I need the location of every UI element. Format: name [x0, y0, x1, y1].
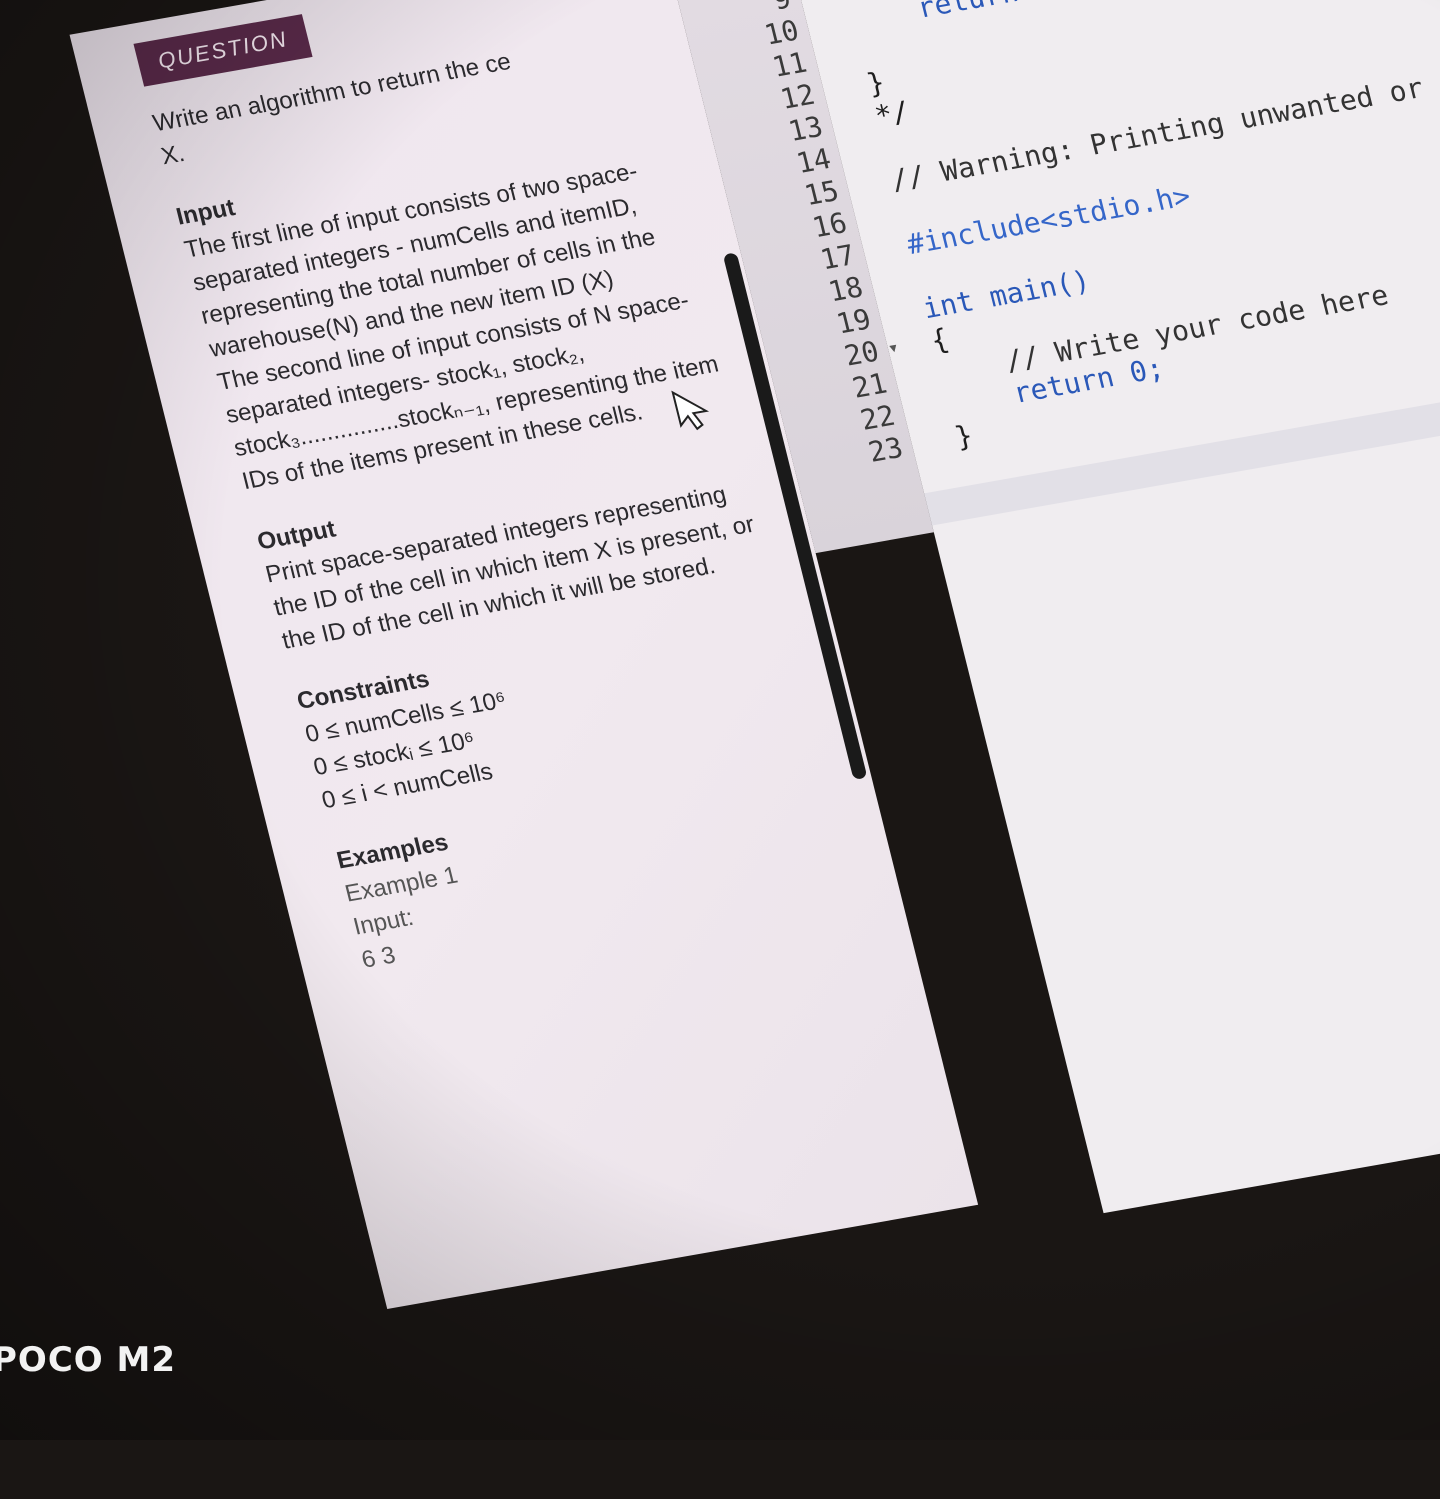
photographed-screen: QUESTION Write an algorithm to return th…: [40, 0, 1440, 1499]
question-tab[interactable]: QUESTION: [133, 14, 313, 87]
camera-watermark: POCO M2: [0, 1340, 177, 1380]
monitor-screen: QUESTION Write an algorithm to return th…: [0, 0, 1440, 1440]
